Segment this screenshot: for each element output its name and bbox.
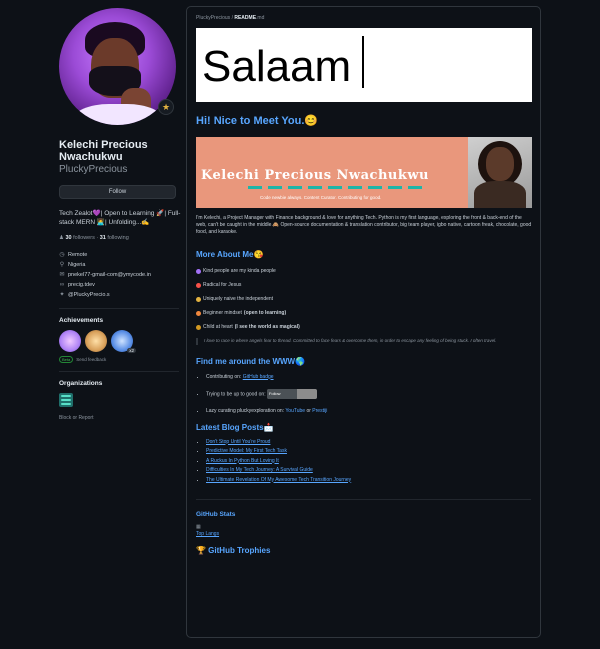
list-item: Predictive Model: My First Tech Task	[206, 447, 531, 457]
typing-caret	[362, 36, 364, 88]
blog-post-link[interactable]: A Ruckus In Python But Loving It	[206, 458, 279, 464]
detail-country: ⚲ Nigeria	[59, 262, 86, 268]
follow-button[interactable]: Follow	[59, 185, 176, 199]
heart-icon	[196, 282, 201, 288]
more-about-list: Kind people are my kinda people Radical …	[196, 268, 531, 330]
list-item: Lazy curating pluckyexploration on: YouT…	[206, 408, 531, 414]
profile-sidebar: ★ Kelechi Precious Nwachukwu PluckyPreci…	[59, 8, 181, 421]
achievement-yolo-icon[interactable]: x2	[111, 330, 136, 353]
following-link[interactable]: 31 following	[100, 235, 129, 241]
github-stats-section: GitHub Stats ▦ Top Langs 🏆 GitHub Trophi…	[196, 499, 531, 555]
detail-email[interactable]: ✉ pnekel77-gmail-com@ymycode.in	[59, 270, 181, 280]
detail-location-mode: ◷ Remote	[59, 252, 88, 258]
readme-breadcrumb: PluckyPrecious / README.md	[196, 15, 265, 21]
avatar-container: ★	[59, 8, 176, 125]
banner-portrait	[468, 137, 532, 208]
salaam-text: Salaam	[202, 42, 352, 91]
more-about-heading: More About Me😘	[196, 250, 264, 259]
organization-logo-icon[interactable]	[59, 393, 73, 407]
detail-twitter[interactable]: ✦ @PluckyPrecio.s	[59, 290, 181, 300]
seedling-icon	[196, 310, 201, 316]
quote-block: I love to race in where angels fear to t…	[196, 338, 531, 345]
achievement-pull-shark-icon[interactable]	[59, 330, 81, 352]
profile-username: PluckyPrecious	[59, 164, 128, 175]
banner-dashes	[248, 186, 428, 189]
beta-badge: Beta	[59, 356, 74, 363]
list-item: Uniquely naive the independent	[196, 296, 531, 302]
list-item: Kind people are my kinda people	[196, 268, 531, 274]
profile-full-name: Kelechi Precious Nwachukwu	[59, 139, 148, 163]
hello-heading: Hi! Nice to Meet You.😊	[196, 115, 319, 127]
list-item: Radical for Jesus	[196, 282, 531, 288]
detail-website[interactable]: ∞ precig.tdev	[59, 280, 181, 290]
divider	[59, 308, 179, 309]
achievement-quickdraw-icon[interactable]	[85, 330, 107, 352]
banner-subtitle: Code newbie always. Content Curator. Con…	[260, 195, 382, 200]
clock-icon: ◷	[59, 252, 65, 258]
blog-posts-list: Don't Stop Until You're Proud Predictive…	[196, 438, 531, 486]
twitter-follow-badge[interactable]: Follow	[266, 388, 317, 399]
list-item: Don't Stop Until You're Proud	[206, 438, 531, 448]
intro-paragraph: I'm Kelechi, a Project Manager with Fina…	[196, 215, 532, 235]
achievements-list: x2	[59, 330, 181, 353]
profile-details: ◷ Remote ⚲ Nigeria ✉ pnekel77-gmail-com@ymy…	[59, 250, 181, 300]
achievement-multiplier: x2	[127, 348, 136, 353]
github-badge-link[interactable]: GitHub badge	[243, 374, 274, 380]
blog-post-link[interactable]: Predictive Model: My First Tech Task	[206, 448, 287, 454]
mail-icon: ✉	[59, 272, 65, 278]
list-item: Difficulties In My Tech Journey: A Survi…	[206, 466, 531, 476]
achievements-heading: Achievements	[59, 317, 104, 324]
find-me-list: Contributing on: GitHub badge Trying to …	[196, 374, 531, 414]
top-langs-image[interactable]: Top Langs	[196, 531, 531, 537]
link-icon: ∞	[59, 282, 65, 288]
blog-post-link[interactable]: Difficulties In My Tech Journey: A Survi…	[206, 467, 313, 473]
followers-link[interactable]: 30 followers	[65, 235, 94, 241]
list-item: Trying to be up to good on: Follow	[206, 388, 531, 399]
blog-post-link[interactable]: Don't Stop Until You're Proud	[206, 439, 270, 445]
name-banner-image: Kelechi Precious Nwachukwu Code newbie a…	[196, 137, 532, 208]
prestiji-link[interactable]: Prestiji	[312, 408, 327, 414]
status-emoji-icon[interactable]: ★	[158, 99, 174, 115]
blog-post-link[interactable]: The Ultimate Revelation Of My Awesome Te…	[206, 477, 351, 483]
list-item: A Ruckus In Python But Loving It	[206, 457, 531, 467]
organizations-heading: Organizations	[59, 380, 103, 387]
github-stats-heading: GitHub Stats	[196, 511, 236, 518]
sparkle-icon	[196, 324, 201, 330]
salaam-typing-banner: Salaam	[196, 28, 532, 102]
trophies-heading: 🏆 GitHub Trophies	[196, 546, 271, 555]
list-item: Contributing on: GitHub badge	[206, 374, 531, 380]
star-icon	[196, 296, 201, 302]
location-icon: ⚲	[59, 262, 65, 268]
heart-icon	[196, 268, 201, 274]
divider	[59, 371, 179, 372]
send-feedback-link[interactable]: Send feedback	[76, 357, 106, 362]
blog-posts-heading: Latest Blog Posts📩	[196, 422, 274, 432]
block-report-link[interactable]: Block or Report	[59, 415, 181, 421]
youtube-link[interactable]: YouTube	[285, 408, 305, 414]
twitter-icon: ✦	[59, 292, 65, 298]
profile-readme: PluckyPrecious / README.md Salaam Hi! Ni…	[186, 6, 541, 638]
profile-bio: Tech Zealot💜| Open to Learning 🚀| Full-s…	[59, 210, 181, 226]
list-item: Beginner mindset (open to learning)	[196, 310, 531, 316]
beta-row: Beta Send feedback	[59, 356, 181, 363]
people-icon: ♟	[59, 235, 64, 241]
list-item: The Ultimate Revelation Of My Awesome Te…	[206, 476, 531, 486]
list-item: Child at heart (I see the world as magic…	[196, 324, 531, 330]
follow-stats: ♟ 30 followers · 31 following	[59, 235, 129, 241]
find-me-heading: Find me around the WWW🌎	[196, 356, 306, 366]
broken-image-icon: ▦	[196, 524, 201, 530]
banner-title: Kelechi Precious Nwachukwu	[201, 168, 430, 183]
